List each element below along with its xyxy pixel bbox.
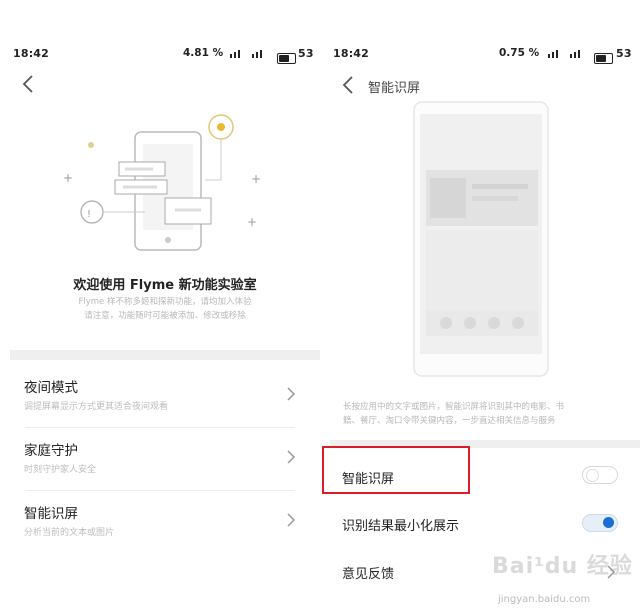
signal-icon: [230, 50, 262, 58]
toggle-knob: [603, 517, 614, 528]
svg-text:+: +: [247, 215, 257, 229]
chevron-right-icon: [287, 513, 296, 527]
battery-level: 53: [616, 47, 632, 60]
svg-text:+: +: [251, 172, 261, 186]
feature-desc-line1: 长按应用中的文字或图片，智能识屏将识别其中的电影、书: [343, 402, 565, 412]
network-speed-unit: %: [528, 47, 540, 59]
setting-label: 识别结果最小化展示: [342, 519, 460, 534]
row-separator: [25, 490, 295, 491]
section-divider: [10, 350, 320, 360]
list-item-title: 家庭守护: [24, 443, 78, 459]
toggle-knob: [586, 469, 599, 482]
chevron-left-icon[interactable]: [20, 74, 36, 94]
welcome-headline: 欢迎使用 Flyme 新功能实验室: [73, 278, 257, 293]
phone-preview-illustration: [413, 101, 549, 377]
list-item-title: 夜间模式: [24, 380, 78, 396]
status-time: 18:42: [333, 47, 370, 60]
setting-row-minimize-result[interactable]: 识别结果最小化展示: [330, 502, 635, 546]
list-item-family-guard[interactable]: 家庭守护 时刻守护家人安全: [10, 431, 315, 483]
status-time: 18:42: [13, 47, 50, 60]
feature-desc-line2: 籍、餐厅、淘口令带关键内容，一步直达相关信息与服务: [343, 416, 556, 426]
svg-text:!: !: [87, 209, 91, 220]
smart-recognition-toggle[interactable]: [582, 466, 618, 484]
page-title: 智能识屏: [368, 81, 421, 96]
signal-icon: [548, 50, 580, 58]
list-item-subtitle: 分析当前的文本或图片: [24, 528, 115, 538]
status-right-group: 0.75 %: [499, 47, 539, 59]
lab-illustration: + + + !: [63, 114, 261, 251]
watermark-url: jingyan.baidu.com: [498, 594, 591, 605]
welcome-desc-line2: 请注意，功能随时可能被添加、修改或移除: [84, 311, 246, 321]
battery-icon: [594, 48, 613, 67]
watermark: Bai¹du 经验: [492, 554, 633, 579]
svg-text:+: +: [63, 171, 73, 185]
network-speed: 4.81: [183, 47, 209, 59]
list-item-subtitle: 调提屏幕显示方式更其适合夜间观看: [24, 402, 169, 412]
minimize-result-toggle[interactable]: [582, 514, 618, 532]
battery-level: 53: [298, 47, 314, 60]
list-item-title: 智能识屏: [24, 506, 78, 522]
list-item-smart-recognition[interactable]: 智能识屏 分析当前的文本或图片: [10, 494, 315, 546]
list-item-night-mode[interactable]: 夜间模式 调提屏幕显示方式更其适合夜间观看: [10, 368, 315, 420]
network-speed-unit: %: [212, 47, 224, 59]
network-speed: 0.75: [499, 47, 525, 59]
battery-icon: [277, 48, 296, 67]
chevron-right-icon: [287, 387, 296, 401]
row-separator: [25, 427, 295, 428]
status-right-group: 4.81 %: [183, 47, 223, 59]
setting-label: 意见反馈: [342, 567, 395, 582]
list-item-subtitle: 时刻守护家人安全: [24, 465, 97, 475]
highlight-box: [322, 446, 470, 494]
chevron-left-icon[interactable]: [340, 75, 356, 95]
chevron-right-icon: [287, 450, 296, 464]
welcome-desc-line1: Flyme 样不称多姬和探新功能，请均加入体验: [78, 297, 252, 307]
